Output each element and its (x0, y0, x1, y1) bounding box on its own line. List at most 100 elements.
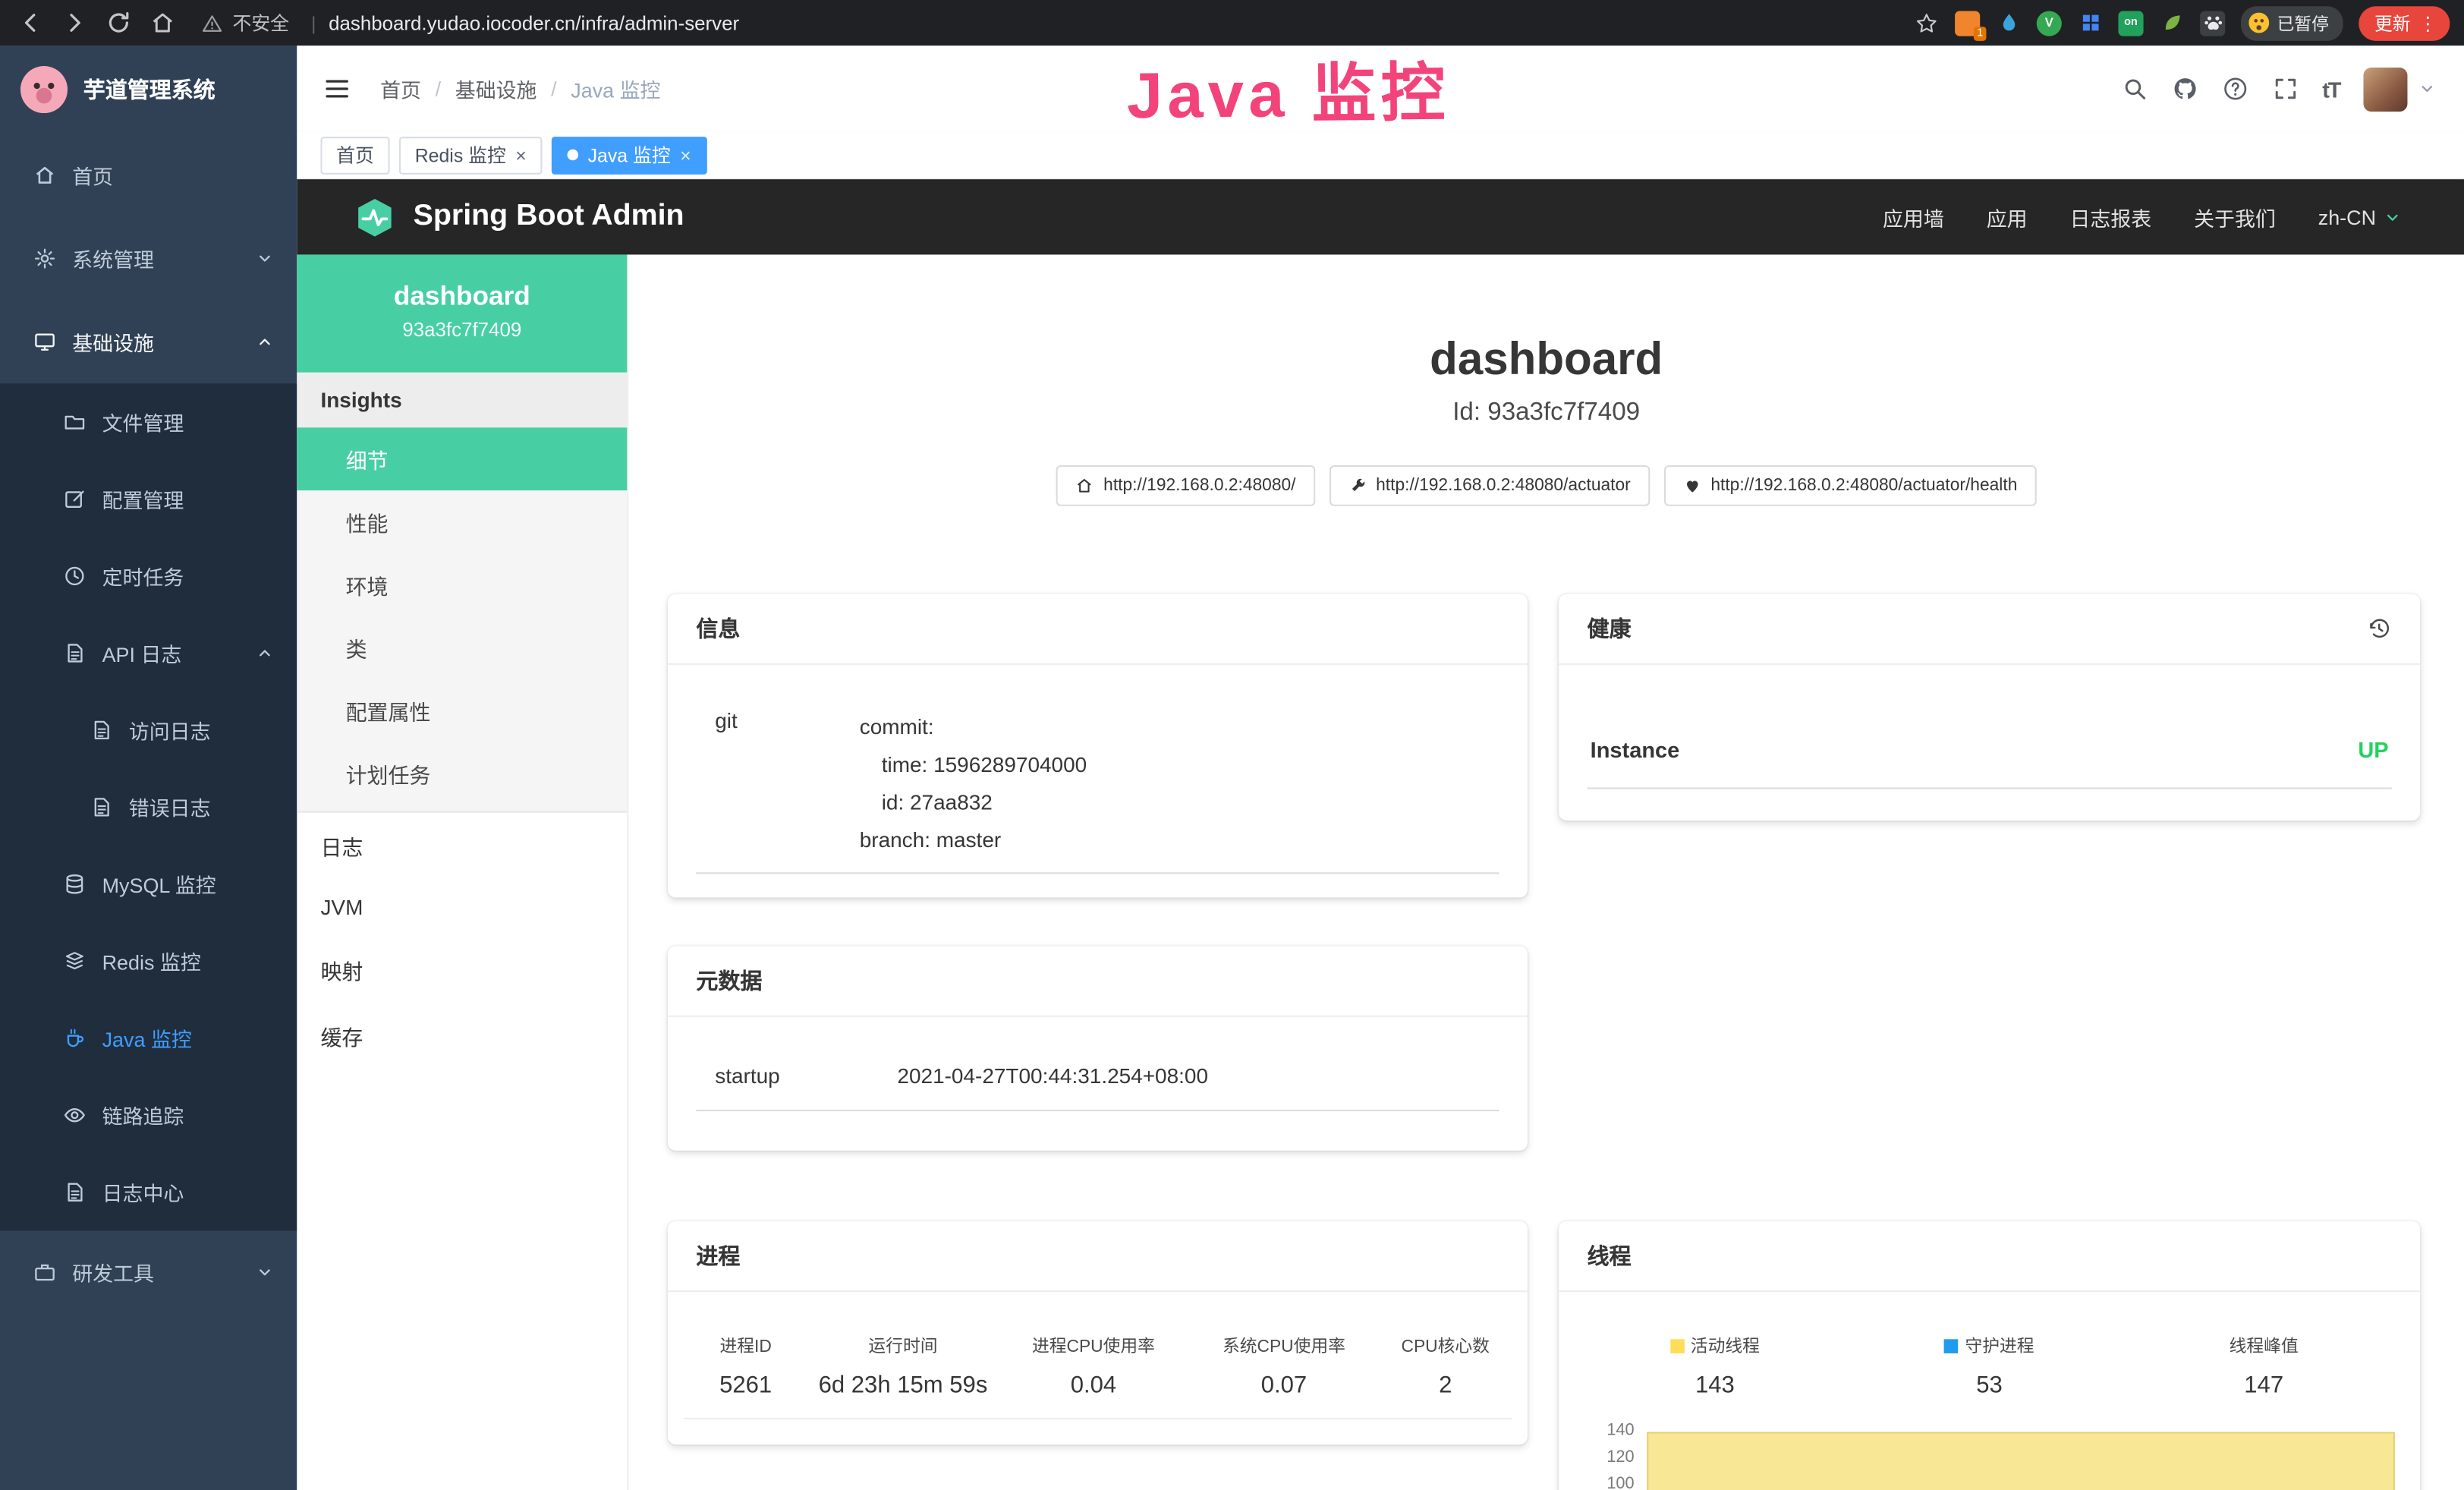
sidebar-item-dev-tools[interactable]: 研发工具 (0, 1230, 297, 1314)
extension-icon-drop[interactable] (1996, 10, 2021, 35)
sidebar-item-redis-monitor[interactable]: Redis 监控 (0, 923, 297, 1000)
sba-nav-wallboard[interactable]: 应用墙 (1883, 202, 1944, 232)
briefcase-icon (33, 1261, 56, 1284)
document-icon (90, 795, 113, 819)
page-tabs-bar: 首页 Redis 监控 × Java 监控 × (297, 132, 2464, 179)
sba-menu-scheduled[interactable]: 计划任务 (297, 742, 627, 805)
github-icon[interactable] (2171, 75, 2198, 102)
extension-icon-grid[interactable] (2078, 10, 2103, 35)
sidebar-item-file-mgmt[interactable]: 文件管理 (0, 383, 297, 460)
sba-menu-classes[interactable]: 类 (297, 616, 627, 679)
col-header: 系统CPU使用率 (1188, 1333, 1379, 1358)
link-label: http://192.168.0.2:48080/actuator (1376, 476, 1631, 495)
sidebar-item-label: 日志中心 (102, 1177, 184, 1207)
history-icon[interactable] (2367, 616, 2392, 641)
breadcrumb-home[interactable]: 首页 (380, 74, 421, 103)
sba-menu-performance[interactable]: 性能 (297, 490, 627, 553)
legend-live-threads: 活动线程 (1578, 1333, 1852, 1358)
sba-navbar: Spring Boot Admin 应用墙 应用 日志报表 关于我们 zh-CN (297, 179, 2464, 254)
help-icon[interactable] (2222, 75, 2248, 102)
extension-icon-on-switch[interactable]: on (2118, 10, 2143, 35)
system-cpu-value: 0.07 (1188, 1372, 1379, 1399)
git-branch: branch: master (860, 822, 1087, 860)
tab-close-icon[interactable]: × (680, 143, 691, 165)
sidebar-item-api-log[interactable]: API 日志 (0, 615, 297, 691)
tab-close-icon[interactable]: × (515, 143, 527, 165)
chrome-update-button[interactable]: 更新 ⋮ (2359, 5, 2450, 40)
wrench-icon (1348, 476, 1367, 495)
sba-nav-about[interactable]: 关于我们 (2194, 202, 2276, 232)
process-id-value: 5261 (684, 1372, 808, 1399)
link-actuator-url[interactable]: http://192.168.0.2:48080/actuator (1329, 465, 1650, 506)
sba-instance-header[interactable]: dashboard 93a3fc7f7409 (297, 254, 627, 372)
folder-icon (63, 410, 87, 433)
sidebar-item-java-monitor[interactable]: Java 监控 (0, 1000, 297, 1076)
sba-menu-mappings[interactable]: 映射 (297, 937, 627, 1003)
app-logo-area[interactable]: 芋道管理系统 (0, 46, 297, 134)
address-bar[interactable]: dashboard.yudao.iocoder.cn/infra/admin-s… (329, 12, 739, 34)
extension-icon-leaf[interactable] (2159, 10, 2184, 35)
sba-nav-applications[interactable]: 应用 (1987, 202, 2028, 232)
security-label: 不安全 (232, 9, 289, 36)
search-icon[interactable] (2121, 75, 2148, 102)
blue-legend-swatch (1945, 1339, 1959, 1353)
sidebar-item-label: Redis 监控 (102, 947, 201, 976)
browser-back-icon[interactable] (17, 9, 44, 36)
update-label: 更新 (2374, 10, 2411, 35)
sba-menu-log[interactable]: 日志 (297, 813, 627, 879)
browser-home-icon[interactable] (149, 9, 176, 36)
sba-brand[interactable]: Spring Boot Admin (414, 200, 684, 235)
sba-menu-jvm[interactable]: JVM (297, 879, 627, 937)
extension-badge: 1 (1974, 26, 1986, 40)
extension-icon-orange[interactable]: 1 (1955, 10, 1980, 35)
sidebar-item-home[interactable]: 首页 (0, 134, 297, 217)
link-service-url[interactable]: http://192.168.0.2:48080/ (1056, 465, 1314, 506)
user-menu[interactable] (2363, 67, 2435, 111)
sba-menu-details[interactable]: 细节 (297, 427, 627, 490)
sba-menu-caches[interactable]: 缓存 (297, 1003, 627, 1069)
hamburger-icon[interactable] (323, 74, 352, 103)
extension-icon-paw[interactable] (2200, 10, 2225, 35)
sba-menu-configprops[interactable]: 配置属性 (297, 679, 627, 742)
breadcrumb-section[interactable]: 基础设施 (455, 74, 537, 103)
sidebar-item-system-mgmt[interactable]: 系统管理 (0, 217, 297, 301)
sba-menu-label-insights: Insights (297, 373, 627, 427)
sidebar-item-label: 文件管理 (102, 407, 184, 436)
health-row-instance: Instance UP (1588, 737, 2392, 789)
sidebar-item-infrastructure[interactable]: 基础设施 (0, 301, 297, 384)
tab-redis-monitor[interactable]: Redis 监控 × (399, 136, 543, 174)
sidebar-item-scheduled-jobs[interactable]: 定时任务 (0, 537, 297, 614)
font-size-icon[interactable]: tT (2322, 76, 2340, 101)
chevron-down-icon (2384, 208, 2401, 225)
tab-home[interactable]: 首页 (320, 136, 389, 174)
tab-label: 首页 (336, 141, 374, 168)
breadcrumb-current: Java 监控 (571, 74, 660, 103)
annotation-java-monitoring: Java 监控 (1126, 39, 1450, 137)
smiley-avatar-icon (2248, 13, 2269, 33)
link-health-url[interactable]: http://192.168.0.2:48080/actuator/health (1663, 465, 2036, 506)
sidebar-item-log-center[interactable]: 日志中心 (0, 1154, 297, 1230)
site-security-chip[interactable]: 不安全 | (201, 9, 329, 36)
vue-badge-letter: V (2045, 16, 2053, 30)
tab-java-monitor[interactable]: Java 监控 × (552, 136, 706, 174)
metadata-row-startup: startup 2021-04-27T00:44:31.254+08:00 (696, 1064, 1499, 1111)
col-header: 运行时间 (807, 1333, 998, 1358)
bookmark-star-icon[interactable] (1914, 10, 1939, 35)
sidebar-item-config-mgmt[interactable]: 配置管理 (0, 461, 297, 537)
admin-sidebar: 芋道管理系统 首页 系统管理 基础设施 文件管理 (0, 46, 297, 1490)
sba-menu-environment[interactable]: 环境 (297, 553, 627, 616)
fullscreen-icon[interactable] (2272, 75, 2299, 102)
browser-forward-icon[interactable] (61, 9, 88, 36)
profile-paused-chip[interactable]: 已暂停 (2241, 5, 2343, 40)
breadcrumb-separator: / (436, 77, 442, 100)
sidebar-item-mysql-monitor[interactable]: MySQL 监控 (0, 846, 297, 922)
sba-locale-select[interactable]: zh-CN (2318, 205, 2401, 228)
sba-nav-journal[interactable]: 日志报表 (2070, 202, 2152, 232)
sidebar-item-trace[interactable]: 链路追踪 (0, 1076, 297, 1153)
sidebar-item-error-log[interactable]: 错误日志 (0, 769, 297, 846)
sidebar-item-access-log[interactable]: 访问日志 (0, 691, 297, 768)
browser-reload-icon[interactable] (105, 9, 132, 36)
sidebar-item-label: 配置管理 (102, 484, 184, 514)
breadcrumb: 首页 / 基础设施 / Java 监控 (380, 74, 660, 103)
extension-icon-vue[interactable]: V (2037, 10, 2062, 35)
